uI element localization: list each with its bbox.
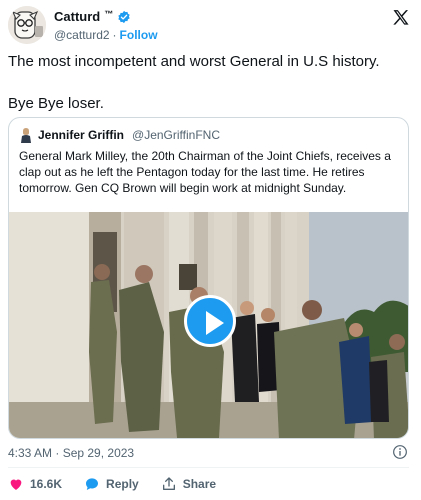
play-button[interactable] [184, 295, 236, 347]
handle-separator: · [112, 28, 117, 42]
divider [8, 467, 409, 468]
info-icon[interactable] [392, 444, 408, 460]
author-display-name[interactable]: Catturd [54, 9, 100, 24]
quoted-tweet-text: General Mark Milley, the 20th Chairman o… [19, 149, 391, 195]
like-count: 16.6K [30, 477, 63, 491]
heart-icon [10, 479, 22, 490]
quoted-author-name[interactable]: Jennifer Griffin [38, 128, 124, 142]
author-avatar[interactable] [8, 6, 46, 44]
reply-label: Reply [106, 477, 139, 491]
share-label: Share [182, 477, 217, 491]
play-icon [206, 311, 224, 335]
quoted-tweet-card[interactable]: Jennifer Griffin @JenGriffinFNC General … [8, 117, 409, 439]
quoted-author-handle[interactable]: @JenGriffinFNC [132, 128, 220, 142]
tweet-header: Catturd ™ @catturd2 · Follow [8, 6, 413, 46]
share-icon [162, 477, 175, 490]
x-logo-icon[interactable] [391, 8, 411, 28]
tweet-text-line: The most incompetent and worst General i… [8, 53, 380, 70]
reply-icon [86, 478, 99, 490]
share-button[interactable]: Share [161, 476, 216, 492]
like-button[interactable]: 16.6K [8, 476, 62, 492]
follow-button[interactable]: Follow [120, 28, 158, 42]
video-thumbnail[interactable] [9, 212, 408, 438]
reply-button[interactable]: Reply [84, 476, 139, 492]
tweet-text-line: Bye Bye loser. [8, 95, 104, 112]
verified-badge-icon [118, 10, 130, 23]
quoted-author-avatar[interactable] [19, 127, 33, 143]
trademark-symbol: ™ [104, 8, 114, 19]
author-handle[interactable]: @catturd2 [54, 28, 110, 42]
tweet-actions-bar: 16.6K Reply Share [8, 476, 238, 492]
tweet-timestamp[interactable]: 4:33 AM · Sep 29, 2023 [8, 446, 134, 460]
